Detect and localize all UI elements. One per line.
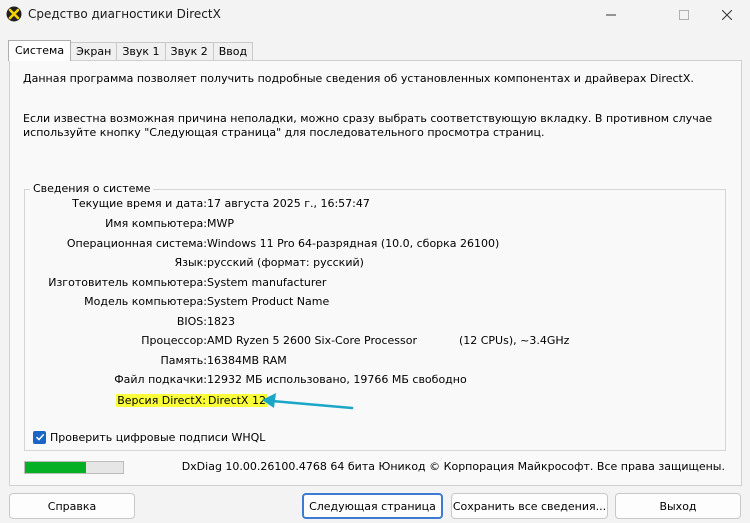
close-button[interactable] xyxy=(704,0,750,30)
highlighted-value: DirectX 12 xyxy=(207,394,267,407)
info-label: Модель компьютера: xyxy=(84,295,207,308)
info-row-memory: Память: 16384MB RAM xyxy=(25,353,727,369)
info-value: Windows 11 Pro 64-разрядная (10.0, сборк… xyxy=(207,237,500,250)
minimize-button[interactable] xyxy=(588,0,634,30)
intro-text: Данная программа позволяет получить подр… xyxy=(23,72,694,85)
maximize-icon xyxy=(679,10,689,20)
minimize-icon xyxy=(606,14,616,16)
directx-x-icon xyxy=(6,6,22,22)
info-label: Текущие время и дата: xyxy=(72,197,207,210)
info-label: BIOS: xyxy=(176,315,207,328)
info-row-processor: Процессор: AMD Ryzen 5 2600 Six-Core Pro… xyxy=(25,333,727,349)
info-value: DirectX 12 xyxy=(207,393,267,409)
info-value: AMD Ryzen 5 2600 Six-Core Processor (12 … xyxy=(207,334,570,347)
tab-system[interactable]: Система xyxy=(8,40,72,61)
tab-sound-2[interactable]: Звук 2 xyxy=(164,42,214,61)
intro-hint-text: Если известна возможная причина неполадк… xyxy=(23,112,713,139)
info-label: Процессор: xyxy=(141,334,207,347)
info-label: Имя компьютера: xyxy=(105,217,207,230)
maximize-button[interactable] xyxy=(661,0,707,30)
info-value: русский (формат: русский) xyxy=(207,256,364,269)
system-tab-panel: Данная программа позволяет получить подр… xyxy=(9,60,742,486)
checkmark-icon xyxy=(35,433,44,441)
info-row-directx-version: Версия DirectX: DirectX 12 xyxy=(25,393,727,409)
whql-checkbox-label: Проверить цифровые подписи WHQL xyxy=(50,430,266,444)
window-title: Средство диагностики DirectX xyxy=(28,7,221,21)
info-value: System Product Name xyxy=(207,295,330,308)
info-value: 1823 xyxy=(207,315,235,328)
info-value: 16384MB RAM xyxy=(207,354,287,367)
group-title: Сведения о системе xyxy=(30,182,154,196)
status-text: DxDiag 10.00.26100.4768 64 бита Юникод ©… xyxy=(181,460,725,473)
system-info-group: Сведения о системе Текущие время и дата:… xyxy=(24,182,727,451)
info-row-manufacturer: Изготовитель компьютера: System manufact… xyxy=(25,275,727,291)
info-label: Изготовитель компьютера: xyxy=(48,276,207,289)
info-row-bios: BIOS: 1823 xyxy=(25,314,727,330)
save-all-button[interactable]: Сохранить все сведения... xyxy=(451,493,608,519)
tab-input[interactable]: Ввод xyxy=(212,42,254,61)
highlighted-label: Версия DirectX: xyxy=(116,394,207,407)
info-value: MWP xyxy=(207,217,235,230)
progress-fill xyxy=(25,462,86,473)
info-label: Версия DirectX: xyxy=(27,393,207,409)
info-value: 12932 МБ использовано, 19766 МБ свободно xyxy=(207,373,467,386)
info-value: System manufacturer xyxy=(207,276,327,289)
info-value: 17 августа 2025 г., 16:57:47 xyxy=(207,197,370,210)
title-bar: Средство диагностики DirectX xyxy=(0,0,750,30)
whql-checkbox-row[interactable]: Проверить цифровые подписи WHQL xyxy=(33,429,265,445)
info-row-language: Язык: русский (формат: русский) xyxy=(25,255,727,271)
info-label: Файл подкачки: xyxy=(114,373,207,386)
whql-checkbox[interactable] xyxy=(33,430,46,444)
help-button[interactable]: Справка xyxy=(9,493,135,519)
close-icon xyxy=(722,10,732,20)
next-page-button[interactable]: Следующая страница xyxy=(302,493,443,519)
tab-sound-1[interactable]: Звук 1 xyxy=(116,42,166,61)
info-label: Память: xyxy=(160,354,207,367)
info-label: Язык: xyxy=(174,256,207,269)
exit-button[interactable]: Выход xyxy=(615,493,741,519)
info-row-model: Модель компьютера: System Product Name xyxy=(25,294,727,310)
info-row-computer-name: Имя компьютера: MWP xyxy=(25,216,727,232)
info-label: Операционная система: xyxy=(66,237,207,250)
progress-bar xyxy=(24,461,124,474)
info-row-os: Операционная система: Windows 11 Pro 64-… xyxy=(25,236,727,252)
info-row-datetime: Текущие время и дата: 17 августа 2025 г.… xyxy=(25,196,727,212)
tab-display[interactable]: Экран xyxy=(70,42,118,61)
info-row-pagefile: Файл подкачки: 12932 МБ использовано, 19… xyxy=(25,372,727,388)
tab-strip: Система Экран Звук 1 Звук 2 Ввод xyxy=(8,40,254,61)
